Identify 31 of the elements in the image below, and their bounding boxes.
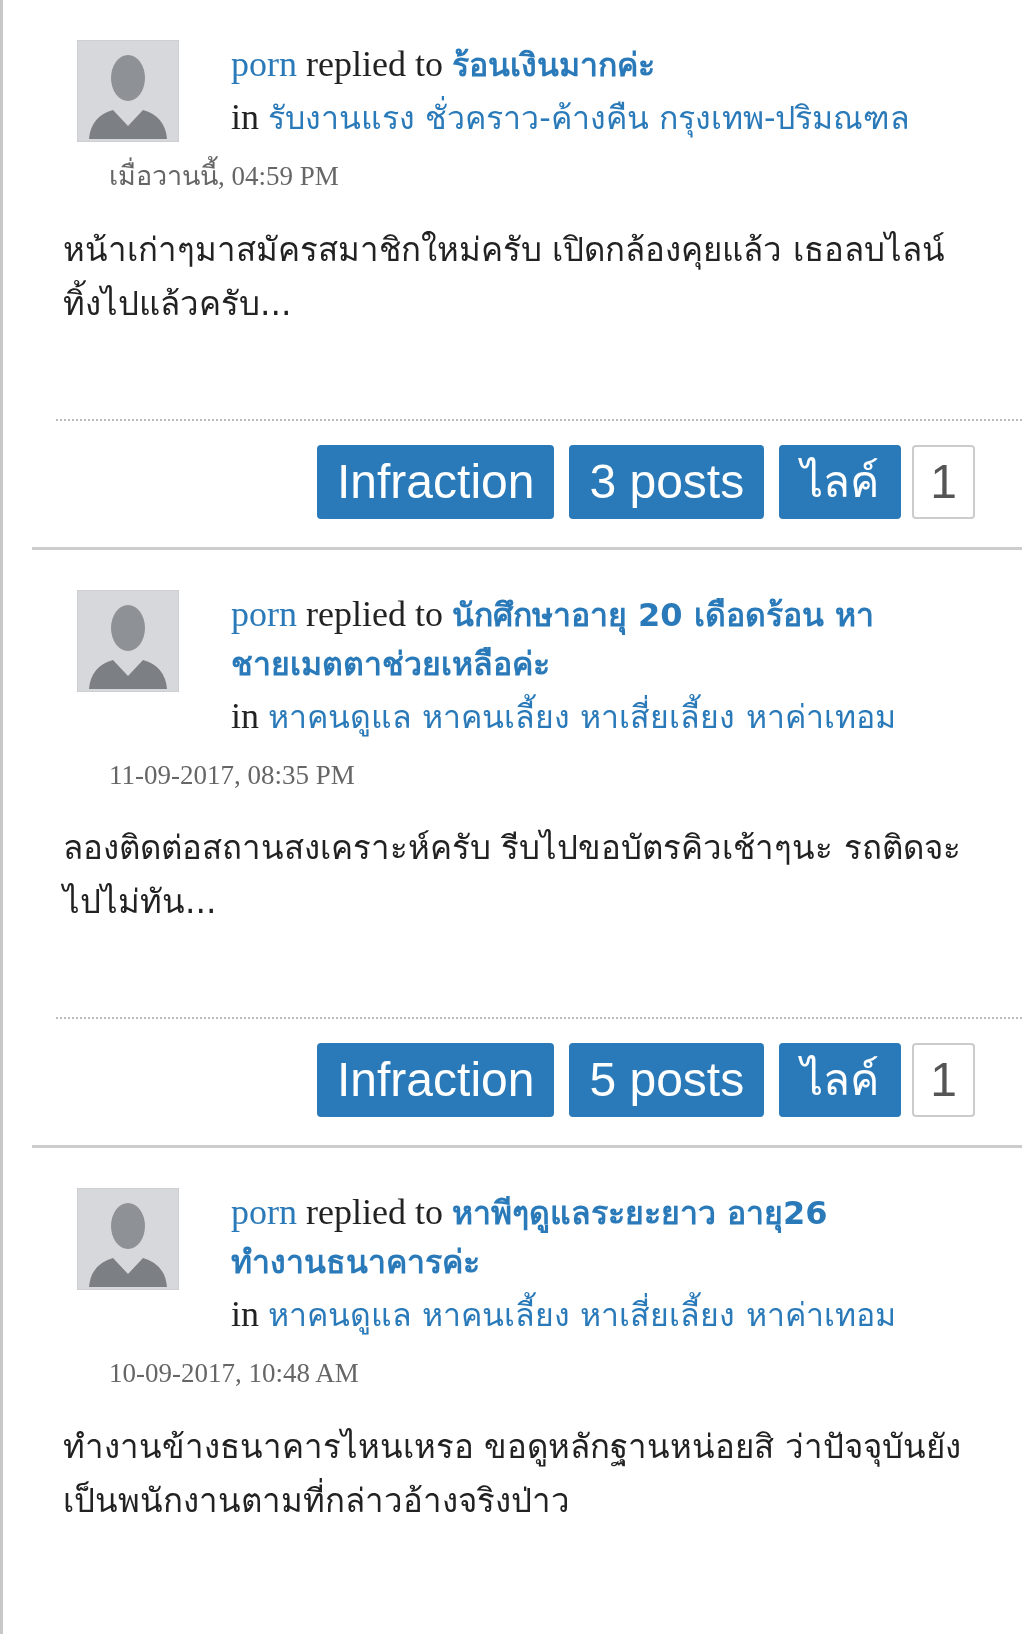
thread-link[interactable]: ร้อนเงินมากค่ะ xyxy=(451,46,655,84)
thread-link[interactable]: ชายเมตตาช่วยเหลือค่ะ xyxy=(231,644,550,683)
action-text: replied to xyxy=(306,44,443,84)
in-label: in xyxy=(231,695,259,736)
post-snippet: ลองติดต่อสถานสงเคราะห์ครับ รีบไปขอบัตรคิวเช้าๆนะ รถติดจะไปไม่ทัน... xyxy=(60,827,962,923)
action-text: replied to xyxy=(306,1192,443,1232)
post-snippet: หน้าเก่าๆมาสมัครสมาชิกใหม่ครับ เปิดกล้องคุยแล้ว เธอลบไลน์ทิ้งไปแล้วครับ... xyxy=(62,228,946,325)
post-time: เมื่อวานนี้, 04:59 PM xyxy=(3,156,1022,197)
avatar-icon xyxy=(77,40,179,142)
infraction-button[interactable]: Infraction xyxy=(317,444,555,519)
thread-link[interactable]: นักศึกษาอายุ 20 เดือดร้อน หา xyxy=(451,595,874,634)
post-snippet: ทำงานข้างธนาคารไหนเหรอ ขอดูหลักฐานหน่อยสิ ว่าปัจจุบันยังเป็นพนักงานตามที่กล่าวอ้างจริงป่าว xyxy=(62,1425,962,1522)
like-count: 1 xyxy=(912,444,975,519)
post-time: 10-09-2017, 10:48 AM xyxy=(108,1357,360,1390)
in-label: in xyxy=(231,1294,259,1334)
username-link[interactable]: porn xyxy=(231,1192,297,1232)
like-button[interactable]: ไลค์ xyxy=(779,1043,902,1117)
posts-button[interactable]: 5 posts xyxy=(569,1043,765,1117)
avatar-icon xyxy=(77,1188,179,1290)
like-count: 1 xyxy=(912,1043,975,1117)
username-link[interactable]: porn xyxy=(231,44,297,84)
username-link[interactable]: porn xyxy=(231,593,297,634)
avatar-icon xyxy=(77,589,179,692)
posts-button[interactable]: 3 posts xyxy=(569,444,765,519)
infraction-button[interactable]: Infraction xyxy=(317,1043,555,1117)
thread-link[interactable]: หาพีๆดูแลระยะยาว อายุ26 xyxy=(451,1194,828,1232)
like-button[interactable]: ไลค์ xyxy=(779,444,902,519)
action-text: replied to xyxy=(306,593,443,634)
post-time: 11-09-2017, 08:35 PM xyxy=(108,758,356,792)
in-label: in xyxy=(231,97,259,137)
thread-link[interactable]: ทำงานธนาคารค่ะ xyxy=(231,1243,480,1281)
